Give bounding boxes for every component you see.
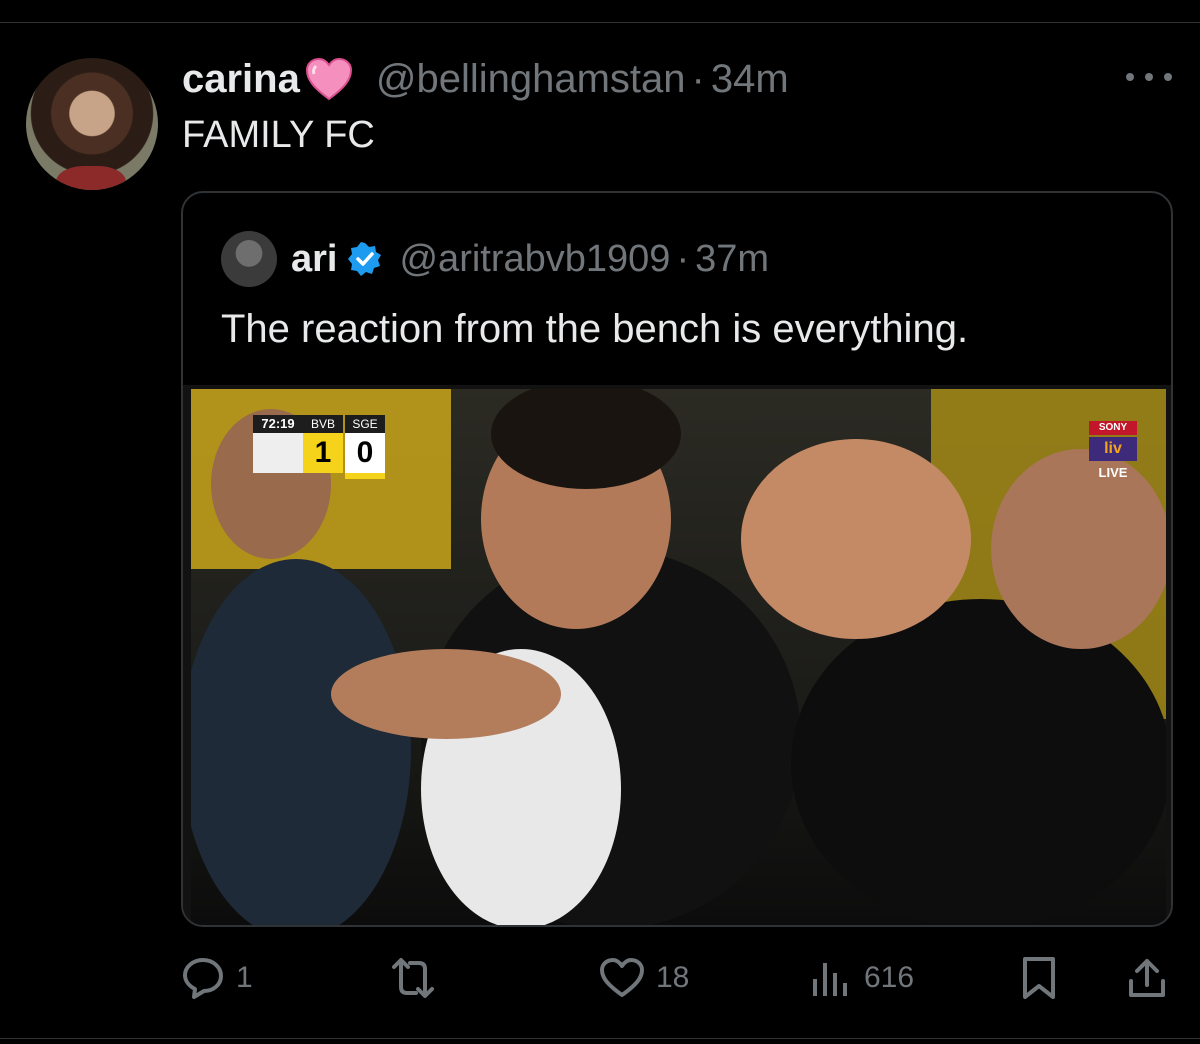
- person-figure: [791, 599, 1166, 925]
- verified-badge-icon: [348, 242, 382, 276]
- dot: [1145, 73, 1153, 81]
- person-figure: [191, 559, 411, 925]
- score-bar: [345, 473, 385, 479]
- author-avatar[interactable]: [26, 58, 158, 190]
- separator-dot: ·: [676, 237, 690, 280]
- sony-logo: SONY: [1089, 421, 1137, 435]
- person-figure: [741, 439, 971, 639]
- team1-label: BVB: [303, 415, 343, 433]
- view-count: 616: [864, 961, 915, 994]
- quoted-text: The reaction from the bench is everythin…: [221, 307, 969, 351]
- retweet-icon: [392, 958, 434, 998]
- broadcaster-logo: SONY liv LIVE: [1089, 421, 1141, 481]
- dot: [1164, 73, 1172, 81]
- heart-icon: [600, 958, 644, 997]
- bookmark-icon: [1023, 957, 1055, 999]
- tweet-author[interactable]: carina @bellinghamstan · 34m: [182, 56, 789, 102]
- author-handle[interactable]: @bellinghamstan: [376, 57, 686, 102]
- bundesliga-logo-icon: [253, 433, 303, 473]
- views-button[interactable]: 616: [808, 948, 914, 1008]
- author-name[interactable]: carina: [182, 57, 300, 102]
- top-divider: [0, 22, 1200, 23]
- pink-heart-icon: [305, 57, 352, 101]
- retweet-button[interactable]: [386, 948, 450, 1008]
- team2-label: SGE: [345, 415, 385, 433]
- quoted-media[interactable]: 72:19 BVB SGE 1 0 SONY liv LIVE: [183, 385, 1171, 925]
- bottom-divider: [0, 1038, 1200, 1039]
- quoted-handle[interactable]: @aritrabvb1909: [399, 238, 670, 281]
- views-chart-icon: [813, 963, 847, 996]
- live-label: LIVE: [1098, 465, 1128, 480]
- reply-icon: [183, 958, 223, 999]
- post-time[interactable]: 34m: [711, 57, 789, 102]
- team2-score: 0: [345, 433, 385, 473]
- action-bar: 1 18 616: [0, 948, 1200, 1008]
- more-options-icon[interactable]: [1126, 62, 1172, 92]
- tweet-text: FAMILY FC: [182, 114, 375, 156]
- quoted-author[interactable]: ari @aritrabvb1909 · 37m: [221, 231, 769, 287]
- liv-logo: liv: [1089, 437, 1137, 461]
- person-figure: [331, 649, 561, 739]
- reply-count: 1: [236, 961, 253, 994]
- separator-dot: ·: [691, 56, 705, 101]
- team1-score: 1: [303, 433, 343, 473]
- like-button[interactable]: 18: [598, 948, 689, 1008]
- dot: [1126, 73, 1134, 81]
- quoted-tweet[interactable]: ari @aritrabvb1909 · 37m The reaction fr…: [181, 191, 1173, 927]
- bookmark-button[interactable]: [1018, 948, 1060, 1008]
- share-button[interactable]: [1124, 948, 1170, 1008]
- quoted-author-name[interactable]: ari: [291, 238, 337, 281]
- avatar-shirt: [56, 166, 126, 190]
- video-frame: 72:19 BVB SGE 1 0 SONY liv LIVE: [191, 389, 1166, 925]
- match-clock: 72:19: [253, 415, 303, 433]
- quoted-avatar[interactable]: [221, 231, 277, 287]
- like-count: 18: [656, 961, 690, 994]
- share-icon: [1129, 959, 1165, 997]
- scoreboard: 72:19 BVB SGE 1 0: [253, 415, 393, 481]
- reply-button[interactable]: 1: [180, 948, 253, 1008]
- quoted-time[interactable]: 37m: [695, 238, 769, 281]
